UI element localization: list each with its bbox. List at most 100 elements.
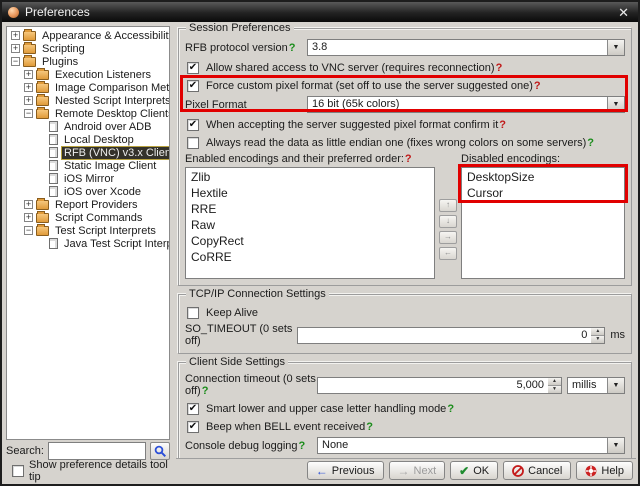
timeout-unit-select[interactable]: millis ▼ <box>567 377 625 394</box>
search-input[interactable] <box>48 442 146 460</box>
so-timeout-input[interactable]: 0 <box>297 327 591 344</box>
beep-bell-checkbox[interactable]: ✔ <box>187 421 199 433</box>
beep-bell-help-icon[interactable]: ? <box>366 421 373 433</box>
ok-button[interactable]: ✔ OK <box>450 461 498 480</box>
cancel-button[interactable]: Cancel <box>503 461 571 480</box>
collapse-minus-icon[interactable]: − <box>24 226 33 235</box>
move-up-button[interactable]: ↑ <box>439 199 457 212</box>
tree-item-label[interactable]: Report Providers <box>52 198 141 212</box>
tree-item[interactable]: RFB (VNC) v3.x Client <box>7 146 169 159</box>
confirm-format-help-icon[interactable]: ? <box>499 119 506 131</box>
conn-timeout-spinner[interactable]: ▲ ▼ <box>548 377 562 394</box>
spinner-up-icon[interactable]: ▲ <box>591 328 604 336</box>
expand-plus-icon[interactable]: + <box>24 200 33 209</box>
smart-case-help-icon[interactable]: ? <box>447 403 454 415</box>
expand-plus-icon[interactable]: + <box>11 44 20 53</box>
keep-alive-checkbox[interactable] <box>187 307 199 319</box>
tree-item-label[interactable]: Java Test Script Interpret <box>61 237 170 251</box>
close-icon[interactable]: ✕ <box>615 6 632 19</box>
console-debug-dropdown-arrow-icon[interactable]: ▼ <box>607 438 624 453</box>
tree-item-label[interactable]: Android over ADB <box>61 120 154 134</box>
tree-item[interactable]: − Test Script Interprets <box>7 224 169 237</box>
rfb-version-help-icon[interactable]: ? <box>289 42 296 54</box>
encoding-item[interactable]: CopyRect <box>186 233 434 249</box>
help-button[interactable]: Help <box>576 461 633 480</box>
tree-item-label[interactable]: Static Image Client <box>61 159 159 173</box>
previous-button[interactable]: ← Previous <box>307 461 384 480</box>
tree-item-label[interactable]: Plugins <box>39 55 81 69</box>
little-endian-help-icon[interactable]: ? <box>587 137 594 149</box>
expand-plus-icon[interactable]: + <box>24 213 33 222</box>
tree-item-label[interactable]: Image Comparison Methods <box>52 81 170 95</box>
tree-item[interactable]: − Remote Desktop Clients <box>7 107 169 120</box>
tree-item[interactable]: iOS over Xcode <box>7 185 169 198</box>
enabled-encodings-help-icon[interactable]: ? <box>405 153 412 165</box>
console-debug-select[interactable]: None ▼ <box>317 437 625 454</box>
force-custom-checkbox[interactable]: ✔ <box>187 80 199 92</box>
tree-item[interactable]: Local Desktop <box>7 133 169 146</box>
expand-plus-icon[interactable]: + <box>24 70 33 79</box>
tree-item-label[interactable]: Nested Script Interprets <box>52 94 170 108</box>
tree-item-label[interactable]: Execution Listeners <box>52 68 154 82</box>
tree-item[interactable]: Static Image Client <box>7 159 169 172</box>
encoding-item[interactable]: Hextile <box>186 185 434 201</box>
pixel-format-select[interactable]: 16 bit (65k colors) ▼ <box>307 96 625 113</box>
tree-item[interactable]: + Script Commands <box>7 211 169 224</box>
confirm-format-checkbox[interactable]: ✔ <box>187 119 199 131</box>
disabled-encodings-list[interactable]: DesktopSizeCursor <box>461 167 625 279</box>
tree-item-label[interactable]: Test Script Interprets <box>52 224 159 238</box>
conn-timeout-help-icon[interactable]: ? <box>202 385 209 397</box>
allow-shared-help-icon[interactable]: ? <box>496 62 503 74</box>
enabled-encodings-list[interactable]: ZlibHextileRRERawCopyRectCoRRE <box>185 167 435 279</box>
force-custom-help-icon[interactable]: ? <box>534 80 541 92</box>
move-down-button[interactable]: ↓ <box>439 215 457 228</box>
expand-plus-icon[interactable]: + <box>11 31 20 40</box>
tree-item-label[interactable]: Local Desktop <box>61 133 137 147</box>
tree-item[interactable]: + Execution Listeners <box>7 68 169 81</box>
tree-item-label[interactable]: Script Commands <box>52 211 145 225</box>
title-bar[interactable]: Preferences ✕ <box>2 2 638 22</box>
tree-item[interactable]: + Report Providers <box>7 198 169 211</box>
rfb-version-dropdown-arrow-icon[interactable]: ▼ <box>607 40 624 55</box>
tree-item[interactable]: + Scripting <box>7 42 169 55</box>
tree-item[interactable]: iOS Mirror <box>7 172 169 185</box>
expand-plus-icon[interactable]: + <box>24 83 33 92</box>
tree-item[interactable]: + Appearance & Accessibility <box>7 29 169 42</box>
encoding-item[interactable]: Raw <box>186 217 434 233</box>
tree-item[interactable]: + Nested Script Interprets <box>7 94 169 107</box>
tree-item[interactable]: Java Test Script Interpret <box>7 237 169 250</box>
tree-item[interactable]: − Plugins <box>7 55 169 68</box>
encoding-item[interactable]: CoRRE <box>186 249 434 265</box>
rfb-version-select[interactable]: 3.8 ▼ <box>307 39 625 56</box>
timeout-unit-dropdown-arrow-icon[interactable]: ▼ <box>607 378 624 393</box>
expand-plus-icon[interactable]: + <box>24 96 33 105</box>
encoding-item[interactable]: DesktopSize <box>462 169 624 185</box>
conn-timeout-input[interactable]: 5,000 <box>317 377 548 394</box>
move-right-button[interactable]: → <box>439 231 457 244</box>
spinner-down-icon[interactable]: ▼ <box>548 386 561 393</box>
tree-item-label[interactable]: Remote Desktop Clients <box>52 107 170 121</box>
collapse-minus-icon[interactable]: − <box>24 109 33 118</box>
search-button[interactable] <box>150 442 170 460</box>
tree-item[interactable]: Android over ADB <box>7 120 169 133</box>
tree-item-label[interactable]: iOS Mirror <box>61 172 117 186</box>
tree-item-label[interactable]: Scripting <box>39 42 88 56</box>
encoding-item[interactable]: Cursor <box>462 185 624 201</box>
console-debug-help-icon[interactable]: ? <box>299 440 306 452</box>
so-timeout-spinner[interactable]: ▲ ▼ <box>591 327 605 344</box>
details-toggle-checkbox[interactable] <box>12 465 24 477</box>
next-button[interactable]: → Next <box>389 461 446 480</box>
pixel-format-dropdown-arrow-icon[interactable]: ▼ <box>607 97 624 112</box>
tree-item-label[interactable]: Appearance & Accessibility <box>39 29 170 43</box>
collapse-minus-icon[interactable]: − <box>11 57 20 66</box>
allow-shared-checkbox[interactable]: ✔ <box>187 62 199 74</box>
move-left-button[interactable]: ← <box>439 247 457 260</box>
tree-item-label[interactable]: RFB (VNC) v3.x Client <box>61 146 170 160</box>
tree-item[interactable]: + Image Comparison Methods <box>7 81 169 94</box>
encoding-item[interactable]: Zlib <box>186 169 434 185</box>
little-endian-checkbox[interactable] <box>187 137 199 149</box>
encoding-item[interactable]: RRE <box>186 201 434 217</box>
spinner-up-icon[interactable]: ▲ <box>548 378 561 386</box>
spinner-down-icon[interactable]: ▼ <box>591 336 604 343</box>
tree-item-label[interactable]: iOS over Xcode <box>61 185 144 199</box>
